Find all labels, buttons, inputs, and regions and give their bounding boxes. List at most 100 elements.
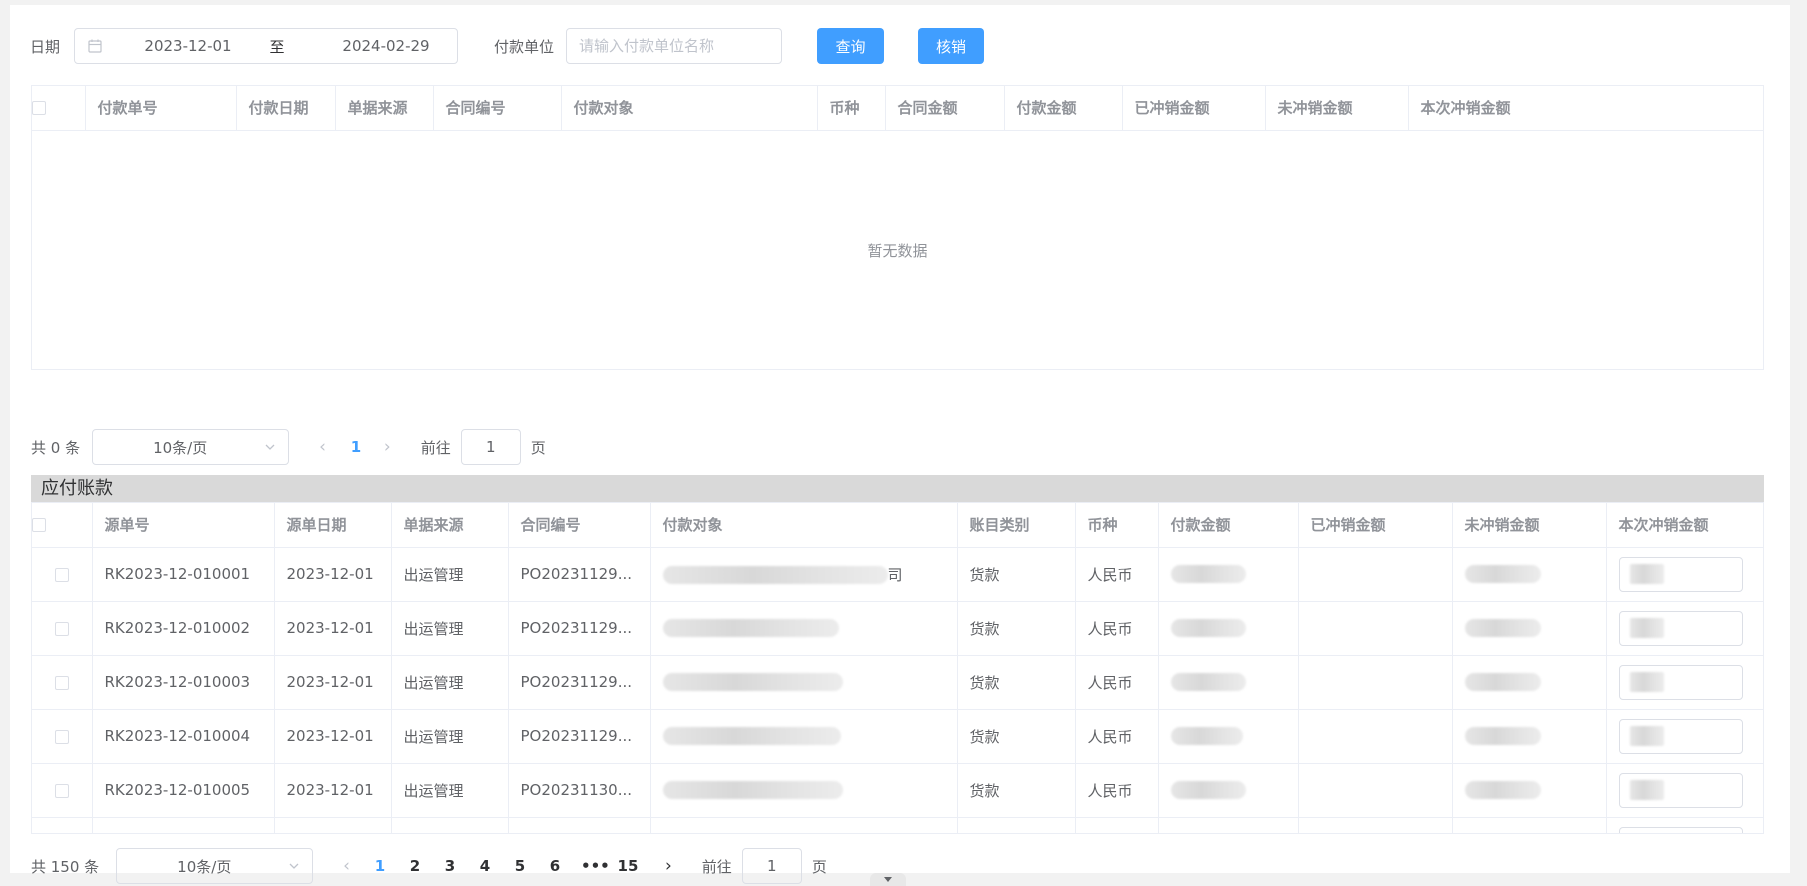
next-page-button[interactable]: › [665,856,672,876]
payment-amount-cell [1158,601,1299,656]
column-header: 合同编号 [433,86,562,131]
checkbox[interactable] [54,729,69,744]
page-size-select[interactable]: 10条/页 [92,429,290,465]
doc-source: 出运管理 [391,763,509,818]
prev-page-button[interactable]: ‹ [343,856,350,876]
payee-cell [650,655,958,710]
cell [508,817,651,833]
page-size-value: 10条/页 [177,857,232,876]
redacted-text [1464,781,1541,800]
contract-no: PO20231129... [508,655,651,710]
doc-source: 出运管理 [391,547,509,602]
page-size-select[interactable]: 10条/页 [116,848,314,884]
column-header: 付款金额 [1158,503,1299,548]
date-start[interactable]: 2023-12-01 [133,37,243,55]
column-header: 付款对象 [650,503,958,548]
contract-no: PO20231129... [508,547,651,602]
section-title: 应付账款 [31,475,1764,502]
redacted-text [1170,673,1246,692]
payer-input[interactable] [566,28,783,64]
page-number[interactable]: 1 [374,857,386,875]
chevron-down-icon [289,863,299,869]
writeoff-amount-input[interactable] [1618,664,1743,700]
page-suffix: 页 [530,438,546,457]
table-row[interactable]: RK2023-12-010002 2023-12-01 出运管理 PO20231… [32,601,1763,656]
query-button[interactable]: 查询 [817,28,885,64]
column-header: 付款金额 [1004,86,1123,131]
table-row-partial[interactable] [32,817,1763,833]
table-row[interactable]: RK2023-12-010001 2023-12-01 出运管理 PO20231… [32,547,1763,602]
payer-label: 付款单位 [494,37,555,56]
contract-no: PO20231130... [508,763,651,818]
date-range-picker[interactable]: 2023-12-01 至 2024-02-29 [74,28,459,64]
redacted-text [662,566,888,584]
checkbox[interactable] [32,101,46,116]
writeoff-amount-input[interactable] [1618,718,1743,754]
goto-page-input[interactable]: 1 [460,429,521,465]
page-number[interactable]: 6 [549,857,561,875]
redacted-text [1464,673,1541,692]
column-header: 付款单号 [85,86,237,131]
checkbox[interactable] [54,567,69,582]
writeoff-amount-input[interactable] [1618,556,1743,592]
calendar-icon [88,39,102,53]
collapse-handle[interactable] [870,873,906,886]
column-header: 付款日期 [236,86,336,131]
next-page-button[interactable]: › [384,437,391,457]
row-checkbox-cell[interactable] [32,709,93,764]
column-header: 已冲销金额 [1122,86,1266,131]
row-checkbox-cell[interactable] [32,655,93,710]
account-category: 货款 [957,655,1076,710]
checkbox[interactable] [54,675,69,690]
select-all-checkbox[interactable] [32,503,93,548]
redacted-text [1629,618,1664,638]
source-no: RK2023-12-010005 [92,763,275,818]
current-writeoff-cell [1606,763,1763,818]
column-header: 源单号 [92,503,275,548]
column-header: 合同编号 [508,503,651,548]
written-off-cell [1298,601,1453,656]
page-number[interactable]: 2 [409,857,421,875]
row-checkbox-cell[interactable] [32,763,93,818]
payables-table: 源单号 源单日期 单据来源 合同编号 付款对象 账目类别 币种 付款金额 已冲销… [31,502,1764,834]
page-number[interactable]: 1 [350,438,362,456]
account-category: 货款 [957,601,1076,656]
prev-page-button[interactable]: ‹ [319,437,326,457]
date-end[interactable]: 2024-02-29 [331,37,441,55]
written-off-cell [1298,763,1453,818]
payment-table: 付款单号 付款日期 单据来源 合同编号 付款对象 币种 合同金额 付款金额 已冲… [31,85,1764,370]
table-row[interactable]: RK2023-12-010004 2023-12-01 出运管理 PO20231… [32,709,1763,764]
written-off-cell [1298,655,1453,710]
select-all-checkbox[interactable] [32,86,86,131]
unwritten-cell [1452,601,1607,656]
payee-suffix: 司 [887,565,903,584]
table-row[interactable]: RK2023-12-010005 2023-12-01 出运管理 PO20231… [32,763,1763,818]
payee-cell [650,709,958,764]
page-number[interactable]: 4 [479,857,491,875]
row-checkbox-cell[interactable] [32,547,93,602]
redacted-text [662,781,843,800]
source-no: RK2023-12-010001 [92,547,275,602]
writeoff-amount-input[interactable] [1618,826,1743,833]
writeoff-button[interactable]: 核销 [918,28,985,64]
writeoff-amount-input[interactable] [1618,610,1743,646]
cell [391,817,509,833]
checkbox[interactable] [54,783,69,798]
source-no: RK2023-12-010004 [92,709,275,764]
page-number[interactable]: 15 [617,857,639,875]
contract-no: PO20231129... [508,601,651,656]
source-date: 2023-12-01 [274,709,392,764]
page-number[interactable]: 5 [514,857,526,875]
checkbox[interactable] [32,518,46,533]
more-pages[interactable]: ••• [581,857,610,875]
row-checkbox-cell[interactable] [32,601,93,656]
table-row[interactable]: RK2023-12-010003 2023-12-01 出运管理 PO20231… [32,655,1763,710]
page-number[interactable]: 3 [444,857,456,875]
account-category: 货款 [957,709,1076,764]
checkbox[interactable] [54,621,69,636]
unwritten-cell [1452,763,1607,818]
writeoff-amount-input[interactable] [1618,772,1743,808]
payment-amount-cell [1158,655,1299,710]
source-date: 2023-12-01 [274,601,392,656]
goto-page-input[interactable]: 1 [741,848,802,884]
